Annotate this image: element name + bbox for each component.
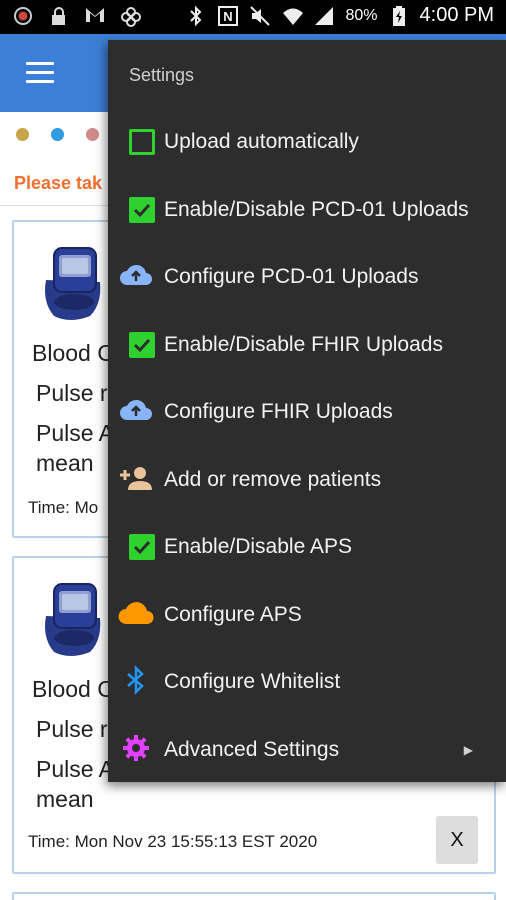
- reading-card: [12, 892, 496, 900]
- status-bar: N 80% 4:00 PM: [0, 0, 506, 34]
- status-dots: [16, 128, 99, 141]
- reading-line: mean: [36, 786, 94, 812]
- reading-line: mean: [36, 450, 94, 476]
- menu-item-enable-aps[interactable]: Enable/Disable APS: [108, 517, 506, 577]
- add-person-icon: [119, 465, 153, 496]
- menu-item-label: Enable/Disable FHIR Uploads: [164, 333, 443, 356]
- status-bar-system: N 80% 4:00 PM: [185, 4, 494, 27]
- checkbox-checked-icon[interactable]: [129, 332, 155, 358]
- svg-text:N: N: [224, 9, 233, 24]
- menu-item-label: Configure Whitelist: [164, 670, 341, 693]
- menu-item-label: Add or remove patients: [164, 468, 382, 491]
- nfc-icon: N: [217, 5, 239, 27]
- menu-item-enable-fhir[interactable]: Enable/Disable FHIR Uploads: [108, 315, 506, 375]
- menu-title: Settings: [129, 65, 195, 85]
- pulse-oximeter-icon: [40, 578, 108, 660]
- status-dot-3: [86, 128, 99, 141]
- cloud-upload-icon: [119, 398, 153, 427]
- status-bar-notifications: [12, 6, 142, 28]
- submenu-arrow-icon: ▶: [463, 743, 473, 757]
- reading-line: Pulse A: [36, 420, 114, 446]
- reading-line: Blood C: [32, 676, 114, 702]
- menu-item-upload-automatically[interactable]: Upload automatically: [108, 112, 506, 172]
- gmail-icon: [84, 6, 106, 28]
- menu-item-label: Configure PCD-01 Uploads: [164, 265, 419, 288]
- notice-text: Please tak: [14, 173, 103, 193]
- hamburger-menu-icon[interactable]: [26, 62, 54, 84]
- reading-time: Time: Mo: [28, 498, 99, 517]
- bluetooth-icon: [185, 5, 207, 27]
- menu-item-whitelist[interactable]: Configure Whitelist: [108, 652, 506, 712]
- reading-line: Pulse A: [36, 756, 114, 782]
- reading-line: Pulse r: [36, 716, 108, 742]
- settings-menu: Settings Upload automatically Enable/Dis…: [108, 40, 506, 782]
- menu-item-advanced-settings[interactable]: Advanced Settings ▶: [108, 720, 506, 780]
- cloud-upload-icon: [119, 263, 153, 292]
- wifi-icon: [281, 5, 304, 27]
- menu-item-configure-pcd01[interactable]: Configure PCD-01 Uploads: [108, 247, 506, 307]
- checkbox-unchecked-icon[interactable]: [129, 129, 155, 155]
- signal-icon: [313, 5, 335, 27]
- dismiss-button[interactable]: X: [436, 816, 478, 864]
- reading-time: Time: Mon Nov 23 15:55:13 EST 2020: [28, 832, 318, 851]
- battery-icon: [388, 5, 410, 27]
- checkbox-checked-icon[interactable]: [129, 197, 155, 223]
- cloud-icon: [118, 601, 154, 630]
- status-dot-1: [16, 128, 29, 141]
- menu-item-patients[interactable]: Add or remove patients: [108, 450, 506, 510]
- menu-item-label: Enable/Disable APS: [164, 535, 352, 558]
- status-dot-2: [51, 128, 64, 141]
- menu-item-label: Configure APS: [164, 603, 302, 626]
- battery-percent: 80%: [345, 6, 378, 24]
- reading-line: Blood C: [32, 340, 114, 366]
- recording-icon: [12, 6, 34, 28]
- menu-item-label: Configure FHIR Uploads: [164, 400, 393, 423]
- clock: 4:00 PM: [419, 4, 494, 26]
- menu-item-enable-pcd01[interactable]: Enable/Disable PCD-01 Uploads: [108, 180, 506, 240]
- menu-item-label: Advanced Settings: [164, 738, 340, 761]
- menu-item-configure-aps[interactable]: Configure APS: [108, 585, 506, 645]
- pulse-oximeter-icon: [40, 242, 108, 324]
- reading-line: Pulse r: [36, 380, 108, 406]
- gear-icon: [121, 733, 151, 768]
- mute-icon: [249, 5, 271, 27]
- menu-item-configure-fhir[interactable]: Configure FHIR Uploads: [108, 382, 506, 442]
- bluetooth-icon: [125, 664, 147, 700]
- checkbox-checked-icon[interactable]: [129, 534, 155, 560]
- lock-icon: [48, 6, 70, 28]
- pinwheel-icon: [120, 6, 142, 28]
- menu-item-label: Upload automatically: [164, 130, 359, 153]
- menu-item-label: Enable/Disable PCD-01 Uploads: [164, 198, 469, 221]
